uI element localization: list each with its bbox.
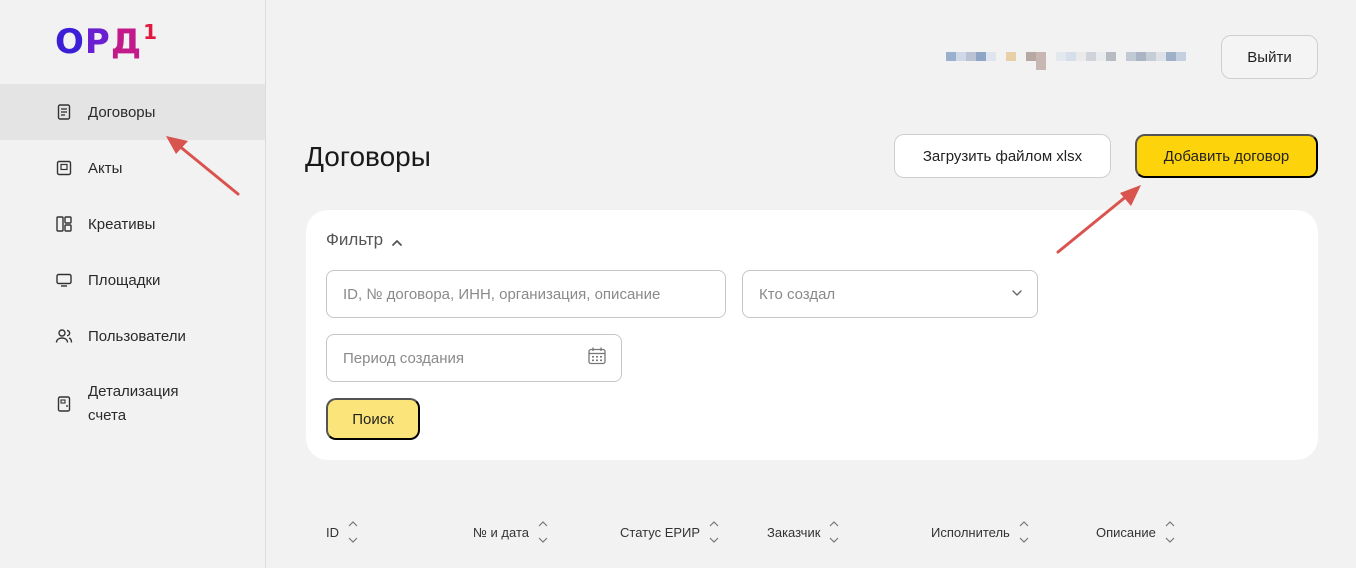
filter-title: Фильтр xyxy=(326,230,384,249)
sidebar-item-contracts[interactable]: Договоры xyxy=(0,84,265,140)
sort-icon xyxy=(1018,518,1030,546)
table-header: ID № и дата Статус ЕРИР Заказчик Исполни… xyxy=(326,518,1316,546)
monitor-icon xyxy=(55,271,73,289)
sort-icon xyxy=(708,518,720,546)
users-icon xyxy=(55,327,73,345)
column-label: ID xyxy=(326,524,339,540)
chevron-up-icon xyxy=(391,234,403,246)
sidebar: О Р Д 1 Договоры Акты Креативы Площадки … xyxy=(0,0,266,568)
filter-toggle[interactable]: Фильтр xyxy=(326,230,403,250)
column-label: Статус ЕРИР xyxy=(620,524,701,540)
document-icon xyxy=(55,103,73,121)
logo[interactable]: О Р Д 1 xyxy=(55,20,159,62)
sidebar-item-label: Детализация счета xyxy=(88,383,179,424)
sidebar-item-label: Акты xyxy=(88,159,123,177)
sidebar-item-users[interactable]: Пользователи xyxy=(0,308,265,364)
period-placeholder: Период создания xyxy=(343,349,465,367)
logout-button[interactable]: Выйти xyxy=(1221,35,1318,79)
calendar-icon[interactable] xyxy=(587,346,607,370)
sidebar-item-creatives[interactable]: Креативы xyxy=(0,196,265,252)
sidebar-item-label: Пользователи xyxy=(88,327,186,345)
column-header-contractor[interactable]: Исполнитель xyxy=(931,518,1030,546)
chevron-down-icon xyxy=(1011,286,1023,303)
column-label: Описание xyxy=(1096,524,1156,540)
invoice-icon xyxy=(55,395,73,413)
sort-icon xyxy=(347,518,359,546)
column-header-number-date[interactable]: № и дата xyxy=(473,518,549,546)
column-header-erir-status[interactable]: Статус ЕРИР xyxy=(620,518,720,546)
sidebar-nav: Договоры Акты Креативы Площадки Пользова… xyxy=(0,84,265,444)
sidebar-item-billing[interactable]: Детализация счета xyxy=(0,364,265,444)
sort-icon xyxy=(1164,518,1176,546)
sort-icon xyxy=(828,518,840,546)
period-datepicker[interactable]: Период создания xyxy=(326,334,622,382)
column-header-customer[interactable]: Заказчик xyxy=(767,518,840,546)
add-contract-button[interactable]: Добавить договор xyxy=(1135,134,1318,178)
column-label: Исполнитель xyxy=(931,524,1010,540)
sidebar-item-label: Креативы xyxy=(88,215,156,233)
user-name-blurred xyxy=(946,50,1206,70)
creator-select-placeholder: Кто создал xyxy=(759,285,836,303)
upload-xlsx-button[interactable]: Загрузить файлом xlsx xyxy=(894,134,1111,178)
search-field xyxy=(326,270,726,318)
logo-letter: Р xyxy=(84,22,111,62)
column-header-description[interactable]: Описание xyxy=(1096,518,1176,546)
sort-icon xyxy=(537,518,549,546)
sidebar-item-label: Договоры xyxy=(88,103,156,121)
creatives-icon xyxy=(55,215,73,233)
column-label: Заказчик xyxy=(767,524,821,540)
logo-letter: Д xyxy=(110,22,143,62)
search-button[interactable]: Поиск xyxy=(326,398,420,440)
sidebar-item-label: Площадки xyxy=(88,271,161,289)
logo-letter: О xyxy=(55,22,85,62)
filter-panel: Фильтр Кто создал Период создания Поиск xyxy=(306,210,1318,460)
column-label: № и дата xyxy=(473,524,529,540)
page-title: Договоры xyxy=(305,141,431,172)
sidebar-item-acts[interactable]: Акты xyxy=(0,140,265,196)
act-icon xyxy=(55,159,73,177)
sidebar-item-platforms[interactable]: Площадки xyxy=(0,252,265,308)
creator-select[interactable]: Кто создал xyxy=(742,270,1038,318)
search-input[interactable] xyxy=(343,285,725,303)
logo-superscript: 1 xyxy=(143,20,159,44)
column-header-id[interactable]: ID xyxy=(326,518,359,546)
